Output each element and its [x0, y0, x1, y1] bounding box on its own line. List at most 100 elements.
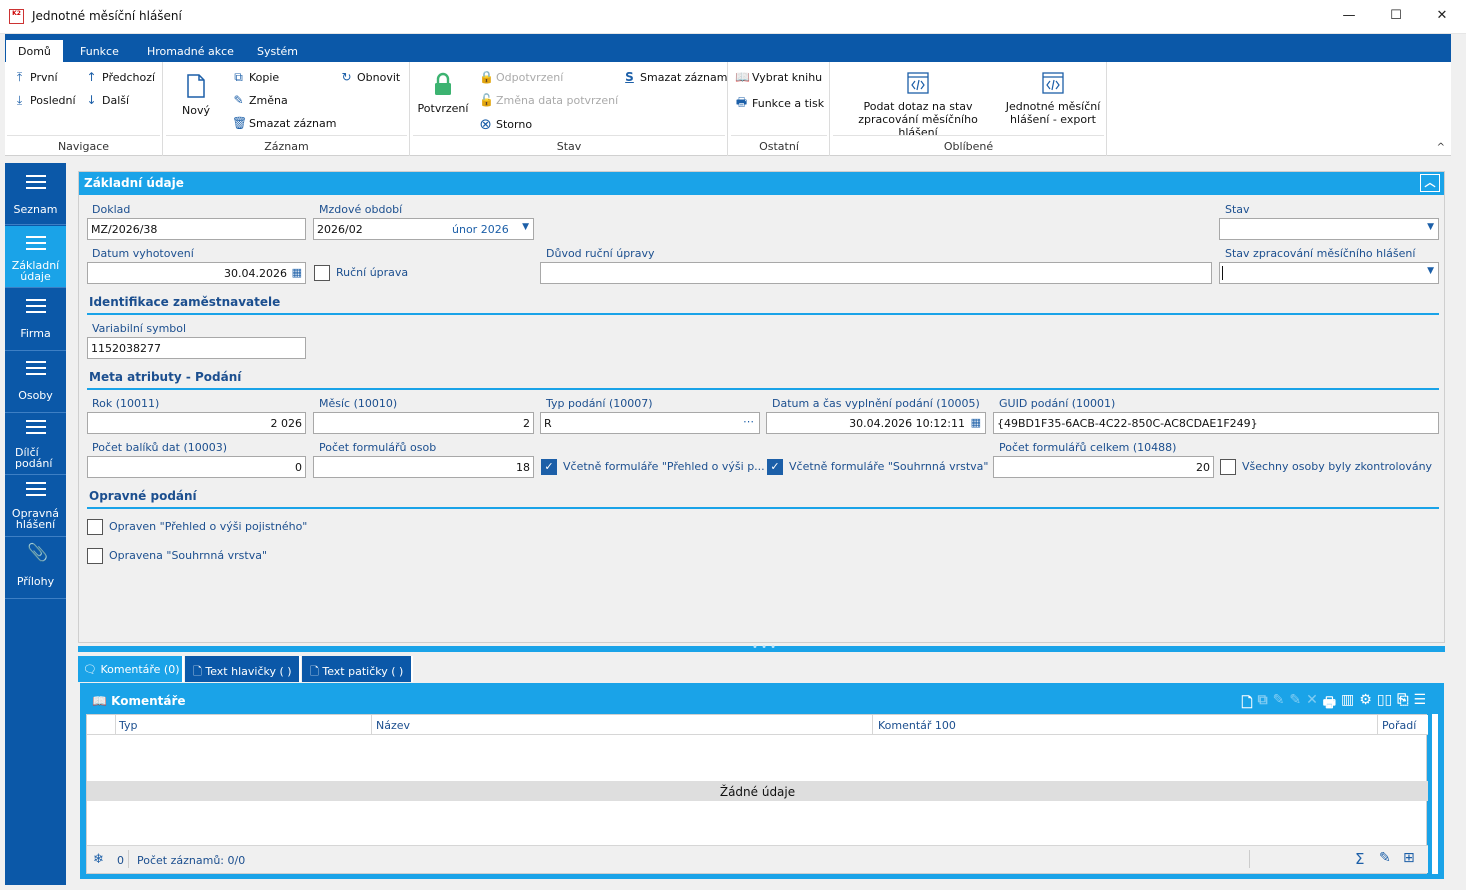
edit-icon[interactable]: ✎: [1379, 850, 1391, 866]
dropdown-icon[interactable]: ▼: [1427, 222, 1434, 232]
tab-hromadne-akce[interactable]: Hromadné akce: [135, 40, 246, 62]
vsechny-osoby-checkbox[interactable]: [1220, 459, 1236, 475]
copy-button[interactable]: ⧉ Kopie: [232, 70, 279, 85]
datum-cas-field[interactable]: 30.04.2026 10:12:11 ▦: [766, 412, 986, 434]
sidebar-item-seznam[interactable]: Seznam: [5, 163, 66, 225]
panel-splitter[interactable]: • • •: [78, 643, 1445, 653]
opraven-prehled-checkbox[interactable]: [87, 519, 103, 535]
collapse-ribbon-icon[interactable]: ^: [1437, 142, 1445, 153]
stav-field[interactable]: ▼: [1219, 218, 1439, 240]
grid-scrollbar[interactable]: [1432, 714, 1438, 874]
mesic-field[interactable]: 2: [313, 412, 534, 434]
group-icon[interactable]: ⚙: [1359, 692, 1372, 716]
previous-button[interactable]: ↑ Předchozí: [85, 70, 155, 84]
pocet-baliku-field[interactable]: 0: [87, 456, 306, 478]
tab-komentare[interactable]: 🗨 Komentáře (0): [78, 656, 184, 682]
export-icon[interactable]: ⎘: [1397, 692, 1408, 716]
new-document-icon[interactable]: 🗋: [1241, 692, 1252, 716]
vcetne-prehled-checkbox[interactable]: ✓: [541, 459, 557, 475]
pocet-celkem-field[interactable]: 20: [993, 456, 1214, 478]
columns-icon[interactable]: ▯▯: [1377, 692, 1392, 716]
tab-funkce[interactable]: Funkce: [68, 40, 131, 62]
select-book-button[interactable]: 📖 Vybrat knihu: [735, 70, 822, 84]
menu-icon[interactable]: ☰: [1413, 692, 1426, 716]
copy-icon[interactable]: ⧉: [1258, 692, 1268, 716]
heading-line: [87, 388, 1439, 390]
sidebar-item-osoby[interactable]: Osoby: [5, 351, 66, 413]
storno-button[interactable]: ⊗ Storno: [479, 115, 532, 133]
delete-icon[interactable]: ✕: [1306, 692, 1318, 716]
rok-field[interactable]: 2 026: [87, 412, 306, 434]
column-separator: [371, 715, 372, 735]
column-komentar[interactable]: Komentář 100: [878, 719, 956, 732]
sidebar-item-dilci-podani[interactable]: Dílčí podání: [5, 413, 66, 475]
pocet-formularu-field[interactable]: 18: [313, 456, 534, 478]
group-separator: [166, 135, 407, 136]
doklad-field[interactable]: MZ/2026/38: [87, 218, 306, 240]
refresh-button[interactable]: ↻ Obnovit: [340, 70, 400, 84]
sum-icon[interactable]: Σ: [1355, 850, 1364, 868]
maximize-button[interactable]: ☐: [1373, 0, 1419, 30]
minimize-button[interactable]: —: [1326, 0, 1372, 30]
column-nazev[interactable]: Název: [376, 719, 410, 732]
snowflake-icon[interactable]: ❄: [93, 852, 104, 867]
column-separator: [872, 715, 873, 735]
edit-icon[interactable]: ✎: [1289, 692, 1301, 716]
sidebar-item-zakladni-udaje[interactable]: Základní údaje: [5, 226, 66, 288]
variabilni-symbol-field[interactable]: 1152038277: [87, 337, 306, 359]
add-row-icon[interactable]: ⊞: [1403, 850, 1415, 866]
column-typ[interactable]: Typ: [119, 719, 138, 732]
cancel-circle-icon: ⊗: [479, 115, 492, 133]
tab-system[interactable]: Systém: [245, 40, 310, 62]
rucni-uprava-checkbox[interactable]: [314, 265, 330, 281]
calendar-icon[interactable]: ▦: [292, 266, 302, 279]
last-button[interactable]: ⤓ Poslední: [13, 93, 76, 108]
tab-domu[interactable]: Domů: [6, 40, 63, 62]
datum-vyhotoveni-label: Datum vyhotovení: [92, 247, 194, 260]
duvod-field[interactable]: [540, 262, 1212, 284]
green-lock-icon: [435, 72, 451, 95]
query-status-button[interactable]: Podat dotaz na stav zpracování měsíčního…: [837, 72, 999, 139]
tab-text-paticky[interactable]: 🗋 Text patičky ( ): [302, 656, 413, 682]
delete-record-button[interactable]: 🗑 Smazat záznam: [232, 116, 336, 130]
ribbon-group-ostatni: 📖 Vybrat knihu 🖶 Funkce a tisk Ostatní: [729, 62, 830, 156]
opravena-souhrnna-label: Opravena "Souhrnná vrstva": [109, 549, 268, 562]
unconfirm-button[interactable]: 🔒 Odpotvrzení: [479, 70, 563, 84]
new-button[interactable]: Nový: [174, 74, 218, 117]
guid-field[interactable]: {49BD1F35-6ACB-4C22-850C-AC8CDAE1F249}: [993, 412, 1439, 434]
sidebar-item-opravna-hlaseni[interactable]: Opravná hlášení: [5, 475, 66, 537]
first-button[interactable]: ⤒ První: [13, 70, 58, 85]
edit-icon[interactable]: ✎: [1273, 692, 1285, 716]
delete-state-record-button[interactable]: S Smazat záznam: [623, 70, 727, 84]
stav-zpracovani-field[interactable]: ▼: [1219, 262, 1439, 284]
confirm-button[interactable]: Potvrzení: [415, 72, 471, 115]
change-confirm-date-button[interactable]: 🔓 Změna data potvrzení: [479, 93, 618, 107]
collapse-section-button[interactable]: ︿: [1420, 174, 1440, 192]
mzdove-obdobi-field[interactable]: 2026/02 únor 2026 ▼: [313, 218, 534, 240]
typ-podani-field[interactable]: R ⋯: [540, 412, 760, 434]
export-button[interactable]: Jednotné měsíční hlášení - export: [1001, 72, 1105, 126]
printer-icon[interactable]: 🖶: [1323, 692, 1336, 716]
change-button[interactable]: ✎ Změna: [232, 93, 287, 107]
calendar-icon[interactable]: ▦: [971, 416, 981, 429]
sidebar-item-prilohy[interactable]: 📎 Přílohy: [5, 537, 66, 599]
dropdown-icon[interactable]: ▼: [1427, 266, 1434, 276]
hamburger-icon: [25, 163, 46, 189]
pocet-formularu-label: Počet formulářů osob: [319, 441, 437, 454]
datum-vyhotoveni-field[interactable]: 30.04.2026 ▦: [87, 262, 306, 284]
dropdown-icon[interactable]: ▼: [522, 222, 529, 232]
close-button[interactable]: ✕: [1419, 0, 1465, 30]
functions-print-button[interactable]: 🖶 Funkce a tisk: [735, 93, 824, 114]
opravne-heading: Opravné podání: [89, 489, 197, 503]
ribbon-group-zaznam: Nový ⧉ Kopie ✎ Změna 🗑 Smazat záznam ↻ Obnov…: [164, 62, 410, 156]
next-button[interactable]: ↓ Další: [85, 93, 129, 107]
tab-text-hlavicky[interactable]: 🗋 Text hlavičky ( ): [185, 656, 301, 682]
vcetne-souhrnna-checkbox[interactable]: ✓: [767, 459, 783, 475]
opravena-souhrnna-checkbox[interactable]: [87, 548, 103, 564]
window-title: Jednotné měsíční hlášení: [32, 9, 182, 23]
chart-icon[interactable]: ▥: [1341, 692, 1354, 716]
section-title: Základní údaje: [84, 176, 184, 190]
column-poradi[interactable]: Pořadí: [1382, 719, 1416, 732]
sidebar-item-firma[interactable]: Firma: [5, 289, 66, 351]
more-icon[interactable]: ⋯: [743, 415, 754, 428]
